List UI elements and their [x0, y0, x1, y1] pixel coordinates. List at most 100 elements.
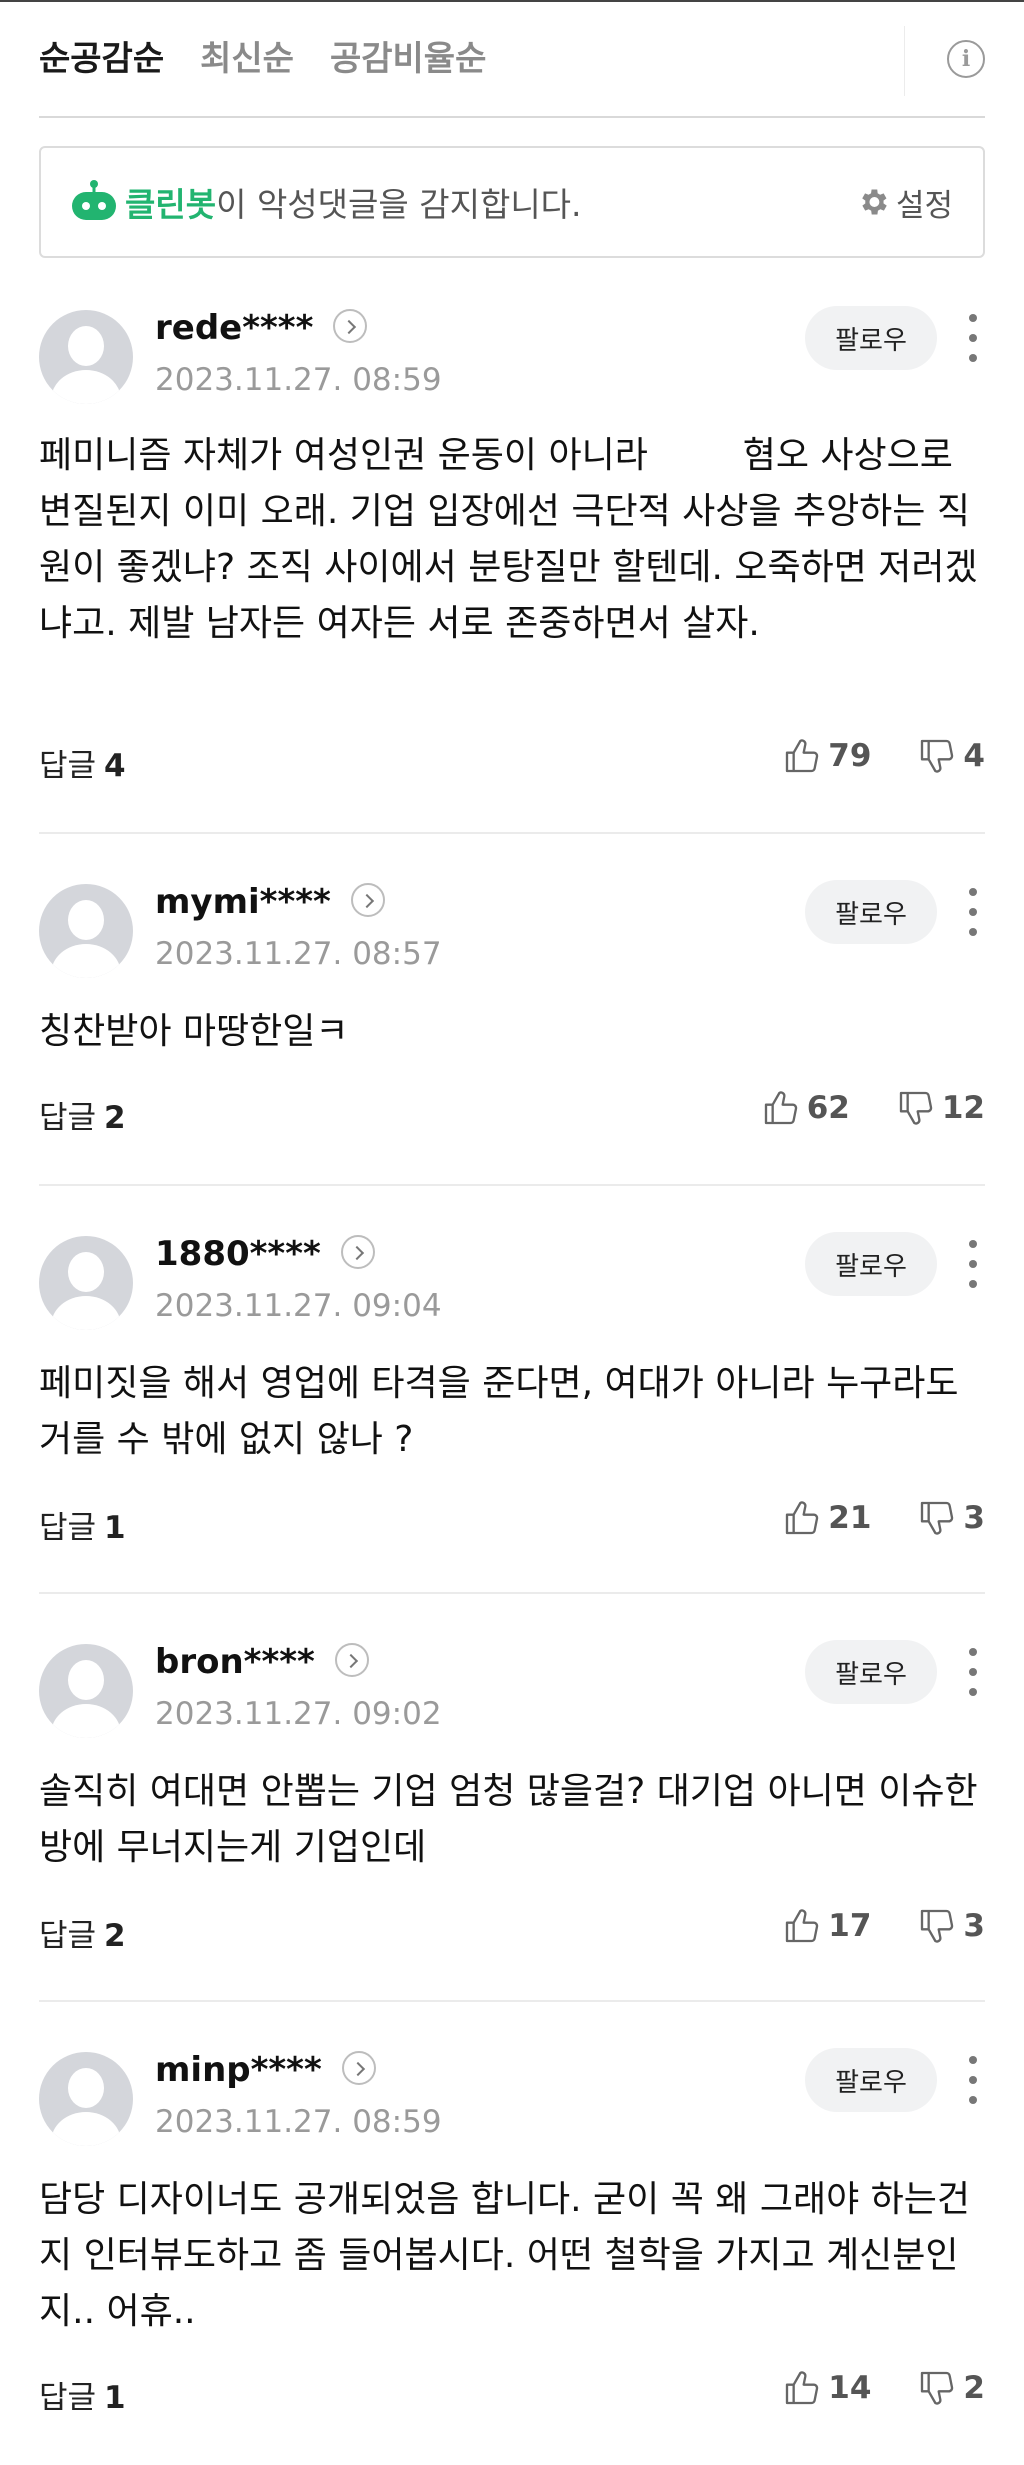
cleanbot-settings-button[interactable]: 설정 [856, 180, 953, 225]
chevron-right-icon[interactable] [333, 308, 368, 343]
settings-label: 설정 [895, 187, 953, 224]
reply-count: 1 [104, 1510, 126, 1546]
avatar[interactable] [39, 2052, 133, 2146]
vote-group: 14 2 [782, 2368, 985, 2408]
comment-username[interactable]: mymi**** [155, 882, 385, 922]
dislike-button[interactable]: 2 [917, 2368, 985, 2408]
like-button[interactable]: 14 [782, 2368, 871, 2408]
comment-username[interactable]: bron**** [155, 1642, 369, 1682]
follow-button[interactable]: 팔로우 [805, 2048, 937, 2112]
more-vertical-icon[interactable] [961, 2056, 985, 2104]
cleanbot-message: 이 악성댓글을 감지합니다. [216, 185, 582, 224]
reply-button[interactable]: 답글 1 [39, 1502, 126, 1547]
thumbs-down-icon [899, 1091, 933, 1125]
follow-button[interactable]: 팔로우 [805, 1232, 937, 1296]
thumbs-down-icon [921, 1909, 954, 1943]
comment-timestamp: 2023.11.27. 09:02 [155, 1696, 442, 1732]
reply-button[interactable]: 답글 4 [39, 740, 126, 785]
like-count: 14 [828, 2370, 872, 2406]
chevron-right-icon[interactable] [350, 882, 385, 917]
reply-button[interactable]: 답글 2 [39, 1910, 126, 1955]
vote-group: 21 3 [782, 1498, 985, 1538]
vote-group: 62 12 [761, 1088, 985, 1128]
like-count: 21 [828, 1500, 872, 1536]
reply-count: 2 [104, 1100, 126, 1136]
tab-sort-ratio[interactable]: 공감비율순 [330, 42, 486, 76]
comment-item: bron**** 2023.11.27. 09:02 팔로우 솔직히 여대면 안… [39, 1594, 985, 2002]
gear-icon [862, 189, 887, 215]
dislike-button[interactable]: 3 [917, 1498, 985, 1538]
cleanbot-banner: 클린봇이 악성댓글을 감지합니다. 설정 [39, 146, 985, 258]
like-count: 62 [806, 1090, 850, 1126]
tab-sort-latest[interactable]: 최신순 [200, 42, 294, 76]
like-button[interactable]: 79 [782, 736, 871, 776]
comment-timestamp: 2023.11.27. 08:59 [155, 2104, 442, 2140]
more-vertical-icon[interactable] [961, 888, 985, 936]
username-text: mymi**** [155, 882, 331, 922]
username-text: 1880**** [155, 1234, 321, 1274]
like-button[interactable]: 62 [761, 1088, 850, 1128]
comment-username[interactable]: rede**** [155, 308, 368, 348]
dislike-count: 3 [963, 1500, 985, 1536]
chevron-right-icon[interactable] [334, 1642, 369, 1677]
dislike-button[interactable]: 4 [917, 736, 985, 776]
cleanbot-text: 클린봇이 악성댓글을 감지합니다. [125, 178, 582, 226]
like-button[interactable]: 17 [782, 1906, 871, 1946]
comment-section: 순공감순 최신순 공감비율순 i 클린봇이 악성댓글을 감지합니다. 설정 re… [0, 0, 1024, 2465]
comment-username[interactable]: 1880**** [155, 1234, 375, 1274]
sort-tabs: 순공감순 최신순 공감비율순 i [39, 2, 985, 118]
comment-item: rede**** 2023.11.27. 08:59 팔로우 페미니즘 자체가 … [39, 280, 985, 834]
avatar[interactable] [39, 310, 133, 404]
comment-timestamp: 2023.11.27. 08:57 [155, 936, 442, 972]
like-button[interactable]: 21 [782, 1498, 871, 1538]
dislike-button[interactable]: 3 [917, 1906, 985, 1946]
thumbs-down-icon [921, 2371, 954, 2405]
reply-label: 답글 [39, 1510, 97, 1546]
reply-button[interactable]: 답글 2 [39, 1092, 126, 1137]
comment-item: mymi**** 2023.11.27. 08:57 팔로우 칭찬받아 마땅한일… [39, 834, 985, 1186]
thumbs-up-icon [786, 739, 819, 773]
follow-button[interactable]: 팔로우 [805, 306, 937, 370]
username-text: bron**** [155, 1642, 315, 1682]
avatar[interactable] [39, 1644, 133, 1738]
thumbs-up-icon [786, 1501, 819, 1535]
comment-item: 1880**** 2023.11.27. 09:04 팔로우 페미짓을 해서 영… [39, 1186, 985, 1594]
reply-count: 4 [104, 748, 126, 784]
comment-username[interactable]: minp**** [155, 2050, 376, 2090]
more-vertical-icon[interactable] [961, 1240, 985, 1288]
dislike-count: 3 [963, 1908, 985, 1944]
comment-text: 담당 디자이너도 공개되었음 합니다. 굳이 꼭 왜 그래야 하는건지 인터뷰도… [39, 2179, 970, 2332]
cleanbot-icon [72, 180, 116, 220]
comment-timestamp: 2023.11.27. 08:59 [155, 362, 442, 398]
follow-button[interactable]: 팔로우 [805, 1640, 937, 1704]
dislike-count: 4 [963, 738, 985, 774]
vote-group: 79 4 [782, 736, 985, 776]
comment-item: minp**** 2023.11.27. 08:59 팔로우 담당 디자이너도 … [39, 2002, 985, 2465]
reply-count: 2 [104, 1918, 126, 1954]
more-vertical-icon[interactable] [961, 1648, 985, 1696]
dislike-count: 12 [941, 1090, 985, 1126]
avatar[interactable] [39, 1236, 133, 1330]
reply-label: 답글 [39, 748, 97, 784]
chevron-right-icon[interactable] [341, 2050, 376, 2085]
divider [904, 26, 905, 96]
follow-button[interactable]: 팔로우 [805, 880, 937, 944]
username-text: minp**** [155, 2050, 322, 2090]
tab-sort-likes[interactable]: 순공감순 [39, 42, 164, 76]
comment-text: 솔직히 여대면 안뽑는 기업 엄청 많을걸? 대기업 아니면 이슈한방에 무너지… [39, 1771, 978, 1868]
comment-timestamp: 2023.11.27. 09:04 [155, 1288, 442, 1324]
reply-button[interactable]: 답글 1 [39, 2372, 126, 2417]
dislike-button[interactable]: 12 [896, 1088, 985, 1128]
more-vertical-icon[interactable] [961, 314, 985, 362]
reply-label: 답글 [39, 1918, 97, 1954]
cleanbot-name: 클린봇 [125, 185, 217, 224]
reply-label: 답글 [39, 2380, 97, 2416]
reply-label: 답글 [39, 1100, 97, 1136]
reply-count: 1 [104, 2380, 126, 2416]
thumbs-up-icon [764, 1091, 797, 1125]
chevron-right-icon[interactable] [340, 1234, 375, 1269]
dislike-count: 2 [963, 2370, 985, 2406]
info-icon[interactable]: i [947, 40, 985, 78]
thumbs-up-icon [786, 1909, 819, 1943]
avatar[interactable] [39, 884, 133, 978]
